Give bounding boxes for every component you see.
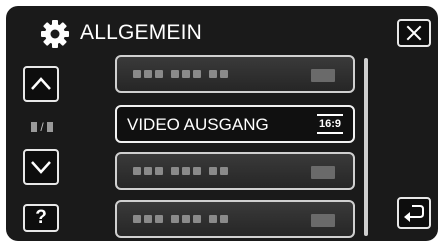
blurred-label — [133, 70, 228, 78]
chevron-up-icon — [31, 77, 51, 90]
settings-panel: ALLGEMEIN / ? VIDEO AUSGANG 16:9 — [6, 6, 438, 241]
menu-item-video-ausgang[interactable]: VIDEO AUSGANG 16:9 — [115, 105, 355, 143]
page-indicator-current — [31, 122, 38, 132]
menu-item-label: VIDEO AUSGANG — [127, 115, 269, 134]
scrollbar[interactable] — [364, 58, 368, 236]
page-indicator-separator: / — [40, 120, 44, 134]
gear-icon — [41, 20, 69, 48]
blurred-value — [311, 166, 335, 179]
help-button[interactable]: ? — [23, 204, 59, 232]
back-button[interactable] — [397, 197, 431, 229]
menu-item[interactable] — [115, 152, 355, 190]
page-indicator: / — [26, 120, 58, 134]
menu-item[interactable] — [115, 55, 355, 93]
close-button[interactable] — [397, 19, 431, 47]
blurred-label — [133, 215, 228, 223]
back-arrow-icon — [404, 205, 424, 222]
close-icon — [406, 25, 422, 41]
scroll-down-button[interactable] — [23, 149, 59, 185]
aspect-ratio-badge: 16:9 — [317, 114, 343, 134]
scroll-up-button[interactable] — [23, 66, 59, 102]
blurred-value — [311, 214, 335, 227]
blurred-label — [133, 167, 228, 175]
page-title: ALLGEMEIN — [80, 21, 203, 44]
screen: ALLGEMEIN / ? VIDEO AUSGANG 16:9 — [0, 0, 445, 247]
blurred-value — [311, 69, 335, 82]
page-indicator-total — [46, 122, 53, 132]
chevron-down-icon — [31, 161, 51, 174]
menu-item[interactable] — [115, 200, 355, 238]
